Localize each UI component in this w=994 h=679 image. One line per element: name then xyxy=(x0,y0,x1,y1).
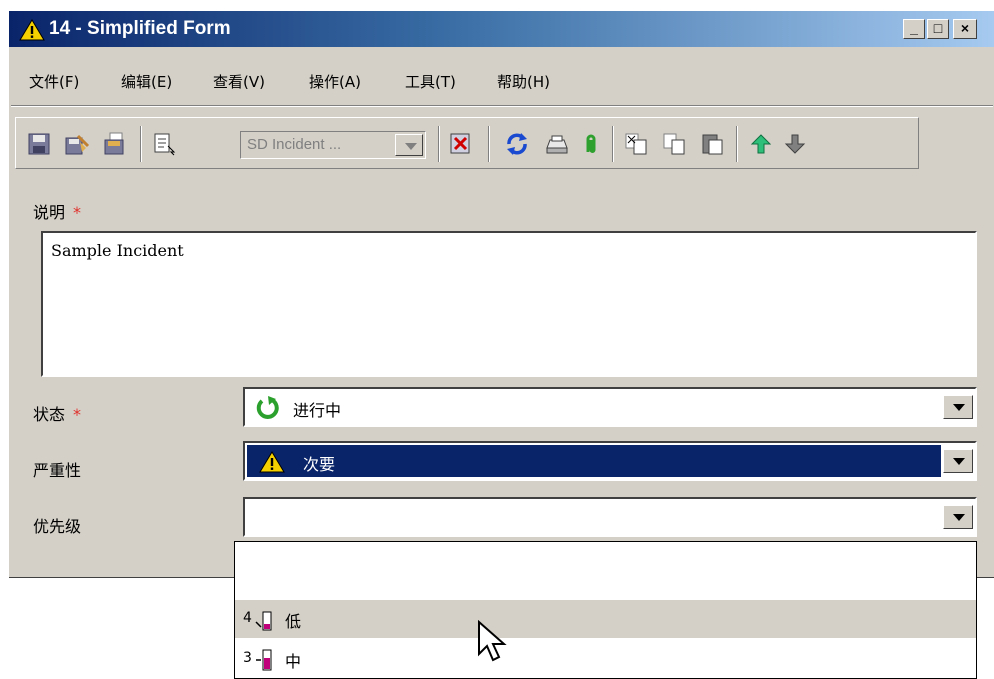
menu-actions[interactable]: 操作(A) xyxy=(309,71,361,92)
template-icon[interactable] xyxy=(152,132,178,156)
minimize-button[interactable]: _ xyxy=(903,19,925,39)
warning-icon xyxy=(259,451,285,473)
arrow-down-icon[interactable] xyxy=(782,132,808,156)
menu-file[interactable]: 文件(F) xyxy=(29,71,79,92)
toolbar-separator xyxy=(140,126,142,162)
priority-option-num: 3 xyxy=(243,650,252,666)
severity-dropdown-button[interactable] xyxy=(943,449,973,473)
menu-view[interactable]: 查看(V) xyxy=(213,71,265,92)
description-value: Sample Incident xyxy=(51,241,184,260)
severity-label: 严重性 xyxy=(33,461,82,480)
priority-label: 优先级 xyxy=(33,517,82,536)
save-new-icon[interactable] xyxy=(102,132,128,156)
menu-edit[interactable]: 编辑(E) xyxy=(121,71,172,92)
description-label: 说明 * xyxy=(33,199,81,223)
priority-option-empty[interactable] xyxy=(235,562,976,600)
save-close-icon[interactable] xyxy=(64,132,90,156)
arrow-up-icon[interactable] xyxy=(748,132,774,156)
priority-option-label: 中 xyxy=(285,652,302,671)
priority-bar-icon xyxy=(256,649,272,671)
status-label: 状态 * xyxy=(33,401,81,425)
priority-option-label: 低 xyxy=(285,612,302,631)
attachment-icon[interactable] xyxy=(578,132,604,156)
print-icon[interactable] xyxy=(544,132,570,156)
status-select[interactable]: 进行中 xyxy=(243,387,977,427)
priority-bar-icon xyxy=(255,611,272,631)
menu-separator xyxy=(11,105,993,107)
menu-bar: 文件(F) 编辑(E) 查看(V) 操作(A) 工具(T) 帮助(H) xyxy=(9,67,994,97)
description-textarea[interactable]: Sample Incident xyxy=(41,231,977,377)
required-mark: * xyxy=(73,203,82,222)
mouse-cursor-icon xyxy=(478,620,507,662)
maximize-button[interactable]: □ xyxy=(927,19,949,39)
template-combo[interactable]: SD Incident ... xyxy=(240,131,426,159)
toolbar-separator xyxy=(612,126,614,162)
status-dropdown-button[interactable] xyxy=(943,395,973,419)
paste-icon[interactable] xyxy=(700,132,726,156)
app-window: 14 - Simplified Form _ □ × 文件(F) 编辑(E) 查… xyxy=(8,10,994,577)
copy-icon[interactable] xyxy=(662,132,688,156)
status-label-text: 状态 xyxy=(33,405,66,424)
toolbar-separator xyxy=(736,126,738,162)
description-label-text: 说明 xyxy=(33,203,66,222)
toolbar-separator xyxy=(438,126,440,162)
priority-select[interactable] xyxy=(243,497,977,537)
delete-icon[interactable] xyxy=(448,132,474,156)
menu-tools[interactable]: 工具(T) xyxy=(405,71,456,92)
toolbar: SD Incident ... xyxy=(15,117,919,169)
refresh-green-icon xyxy=(256,396,279,419)
priority-dropdown-list: 4 低 3 中 xyxy=(234,541,977,679)
priority-option-num: 4 xyxy=(243,610,252,626)
refresh-icon[interactable] xyxy=(504,132,530,156)
save-icon[interactable] xyxy=(26,132,52,156)
close-button[interactable]: × xyxy=(953,19,977,39)
severity-select[interactable]: 次要 xyxy=(243,441,977,481)
title-bar[interactable]: 14 - Simplified Form _ □ × xyxy=(9,11,994,47)
menu-help[interactable]: 帮助(H) xyxy=(497,71,550,92)
severity-selection-highlight xyxy=(247,445,941,477)
status-value: 进行中 xyxy=(293,401,342,420)
priority-option-low[interactable]: 4 低 xyxy=(235,600,976,638)
cut-icon[interactable] xyxy=(624,132,650,156)
template-combo-dropdown-button[interactable] xyxy=(395,134,423,156)
priority-option-medium[interactable]: 3 中 xyxy=(235,640,976,678)
toolbar-separator xyxy=(488,126,490,162)
template-combo-value: SD Incident ... xyxy=(247,136,342,153)
priority-dropdown-button[interactable] xyxy=(943,505,973,529)
severity-value: 次要 xyxy=(303,455,336,474)
warning-icon xyxy=(19,19,45,41)
required-mark: * xyxy=(73,405,82,424)
window-title: 14 - Simplified Form xyxy=(49,18,231,39)
